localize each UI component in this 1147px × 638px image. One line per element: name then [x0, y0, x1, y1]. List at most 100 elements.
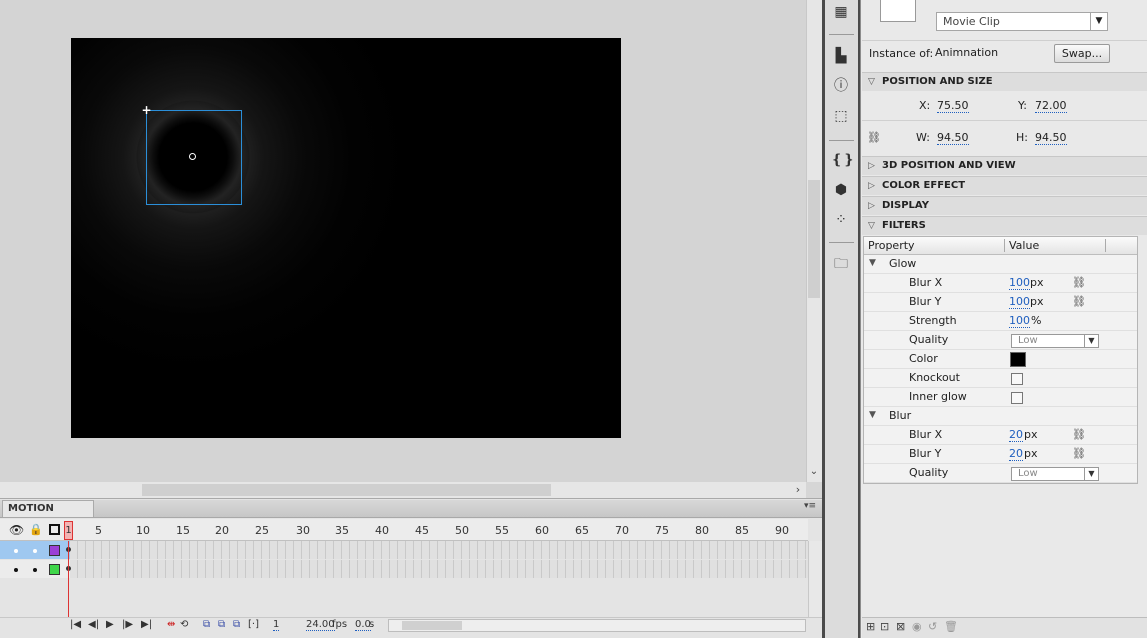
instance-of-label: Instance of:: [869, 47, 934, 60]
column-divider[interactable]: [1105, 239, 1106, 252]
filter-row: [864, 445, 1137, 464]
step-forward-icon[interactable]: |▶: [122, 619, 133, 630]
frame-ruler[interactable]: [0, 519, 808, 541]
layer-color-swatch[interactable]: [49, 545, 60, 556]
filter-name: Glow: [889, 257, 917, 270]
section-3d-position[interactable]: ▷ 3D POSITION AND VIEW: [862, 156, 1147, 175]
dock-separator: [829, 34, 854, 35]
knockout-checkbox[interactable]: [1011, 373, 1023, 385]
stage-horizontal-scroll-thumb[interactable]: [142, 484, 551, 496]
step-back-icon[interactable]: ◀|: [88, 619, 99, 630]
expand-triangle-icon[interactable]: ▼: [869, 410, 876, 420]
w-label: W:: [916, 131, 930, 144]
enable-disable-icon[interactable]: ◉: [912, 620, 922, 633]
glow-blur-y-value[interactable]: 100: [1009, 295, 1030, 309]
section-filters[interactable]: ▽ FILTERS: [862, 216, 1147, 235]
y-value[interactable]: 72.00: [1035, 99, 1067, 113]
scroll-right-arrow-icon[interactable]: ›: [790, 482, 806, 498]
swap-button[interactable]: Swap...: [1054, 44, 1110, 63]
lock-dot[interactable]: [33, 549, 37, 553]
inner-glow-checkbox[interactable]: [1011, 392, 1023, 404]
reset-filter-icon[interactable]: ↺: [928, 620, 937, 633]
section-display[interactable]: ▷ DISPLAY: [862, 196, 1147, 215]
x-value[interactable]: 75.50: [937, 99, 969, 113]
section-title: POSITION AND SIZE: [882, 76, 993, 87]
playhead-line[interactable]: [68, 541, 69, 621]
delete-filter-icon[interactable]: 🗑: [944, 620, 958, 633]
onion-outline-icon[interactable]: ⧉: [218, 619, 225, 630]
timeline-vertical-scrollbar[interactable]: [808, 541, 822, 619]
elapsed-unit: s: [369, 619, 375, 630]
timeline-horizontal-scroll-thumb[interactable]: [402, 621, 462, 630]
clipboard-icon[interactable]: ⊠: [896, 620, 905, 633]
glow-blur-x-value[interactable]: 100: [1009, 276, 1030, 290]
section-color-effect[interactable]: ▷ COLOR EFFECT: [862, 176, 1147, 195]
column-header-value[interactable]: Value: [1009, 239, 1039, 252]
transform-icon[interactable]: ⬚: [831, 106, 851, 126]
onion-skin-icon[interactable]: ⧉: [203, 619, 210, 630]
playhead[interactable]: 1: [64, 521, 73, 540]
h-value[interactable]: 94.50: [1035, 131, 1067, 145]
expand-triangle-icon[interactable]: ▼: [869, 258, 876, 268]
property-label: Blur Y: [909, 447, 942, 460]
go-to-last-frame-icon[interactable]: ▶|: [141, 619, 152, 630]
edit-multiple-frames-icon[interactable]: ⧉: [233, 619, 240, 630]
info-icon[interactable]: ⓘ: [831, 76, 851, 96]
code-snippets-icon[interactable]: ❴❵: [831, 150, 854, 170]
filter-row: [864, 369, 1137, 388]
modify-markers-icon[interactable]: [·]: [248, 619, 259, 630]
current-frame-value[interactable]: 1: [273, 619, 280, 631]
stage-vertical-scroll-thumb[interactable]: [808, 180, 820, 298]
frame-cells[interactable]: [70, 541, 808, 559]
motion-presets-icon[interactable]: ⁘: [831, 210, 851, 230]
visibility-dot[interactable]: [14, 568, 18, 572]
transform-point-icon[interactable]: +: [141, 104, 152, 116]
unit-label: px: [1024, 428, 1038, 441]
blur-y-value[interactable]: 20: [1009, 447, 1023, 461]
scroll-down-arrow-icon[interactable]: ⌄: [806, 466, 822, 480]
property-label: Strength: [909, 314, 957, 327]
presets-icon[interactable]: ⊡: [880, 620, 889, 633]
panel-menu-icon[interactable]: ▾≡: [804, 501, 816, 511]
center-frame-icon[interactable]: ⇹: [167, 619, 175, 630]
frame-cells[interactable]: [70, 560, 808, 578]
library-icon[interactable]: 🗀: [831, 254, 851, 274]
visibility-dot[interactable]: [14, 549, 18, 553]
lock-dot[interactable]: [33, 568, 37, 572]
symbol-type-select[interactable]: Movie Clip: [936, 12, 1108, 31]
column-header-property[interactable]: Property: [868, 239, 915, 252]
stage-canvas[interactable]: [71, 38, 621, 438]
layer-color-swatch[interactable]: [49, 564, 60, 575]
property-label: Inner glow: [909, 390, 967, 403]
link-values-icon[interactable]: ⛓: [1072, 447, 1086, 460]
column-divider[interactable]: [1004, 239, 1005, 252]
link-values-icon[interactable]: ⛓: [1072, 428, 1086, 441]
blur-quality-select[interactable]: Low ▼: [1011, 467, 1099, 481]
fps-value[interactable]: 24.00: [306, 619, 335, 631]
eye-icon[interactable]: 👁: [9, 523, 24, 537]
w-value[interactable]: 94.50: [937, 131, 969, 145]
play-icon[interactable]: ▶: [106, 619, 114, 630]
link-values-icon[interactable]: ⛓: [1072, 295, 1086, 308]
blur-x-value[interactable]: 20: [1009, 428, 1023, 442]
loop-icon[interactable]: ⟲: [180, 619, 188, 630]
constrain-link-icon[interactable]: ⛓: [867, 131, 881, 144]
tab-motion-editor[interactable]: MOTION EDITOR: [2, 500, 94, 530]
components-icon[interactable]: ⬢: [831, 180, 851, 200]
section-title: 3D POSITION AND VIEW: [882, 160, 1016, 171]
unit-label: px: [1024, 447, 1038, 460]
glow-color-swatch[interactable]: [1010, 352, 1026, 367]
glow-strength-value[interactable]: 100: [1009, 314, 1030, 328]
lock-icon[interactable]: 🔒: [29, 523, 43, 536]
y-label: Y:: [1018, 99, 1027, 112]
go-to-first-frame-icon[interactable]: |◀: [70, 619, 81, 630]
link-values-icon[interactable]: ⛓: [1072, 276, 1086, 289]
add-filter-icon[interactable]: ⊞: [866, 620, 875, 633]
section-position-size[interactable]: ▽ POSITION AND SIZE: [862, 72, 1147, 91]
align-icon[interactable]: ▙: [831, 46, 851, 66]
outline-icon[interactable]: [49, 524, 60, 535]
registration-point-icon[interactable]: [189, 153, 196, 160]
chevron-down-icon[interactable]: ▼: [1090, 13, 1107, 30]
glow-quality-select[interactable]: Low ▼: [1011, 334, 1099, 348]
grid-icon[interactable]: ▦: [831, 2, 851, 22]
